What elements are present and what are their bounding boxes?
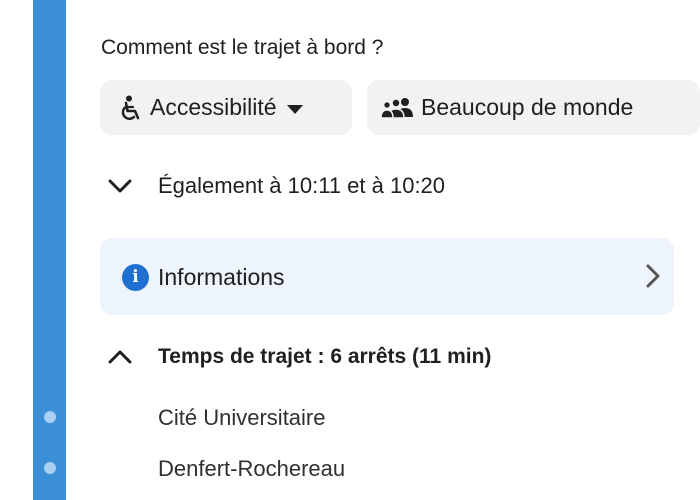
information-label: Informations — [158, 264, 285, 290]
stop-dot — [44, 462, 56, 474]
people-icon — [381, 97, 415, 119]
other-departures-label: Également à 10:11 et à 10:20 — [158, 173, 446, 198]
chevron-right-icon — [646, 264, 660, 293]
chevron-up-icon — [108, 350, 136, 364]
info-icon: i — [122, 264, 149, 291]
crowd-chip-label: Beaucoup de monde — [421, 94, 634, 120]
stop-name: Cité Universitaire — [158, 405, 326, 430]
wheelchair-icon — [120, 95, 142, 121]
other-departures-toggle[interactable]: Également à 10:11 et à 10:20 — [108, 173, 445, 199]
stop-dot — [44, 411, 56, 423]
caret-down-icon — [286, 94, 303, 121]
travel-time-label: Temps de trajet : 6 arrêts (11 min) — [158, 345, 492, 368]
travel-time-toggle[interactable]: Temps de trajet : 6 arrêts (11 min) — [108, 345, 491, 369]
transit-line-bar — [33, 0, 66, 500]
stop-name: Denfert-Rochereau — [158, 456, 346, 481]
accessibility-chip[interactable]: Accessibilité — [100, 80, 352, 135]
information-card[interactable]: i Informations — [100, 238, 674, 315]
onboard-question: Comment est le trajet à bord ? — [101, 36, 384, 59]
crowd-chip[interactable]: Beaucoup de monde — [367, 80, 700, 135]
chevron-down-icon — [108, 179, 136, 193]
accessibility-chip-label: Accessibilité — [150, 94, 277, 120]
